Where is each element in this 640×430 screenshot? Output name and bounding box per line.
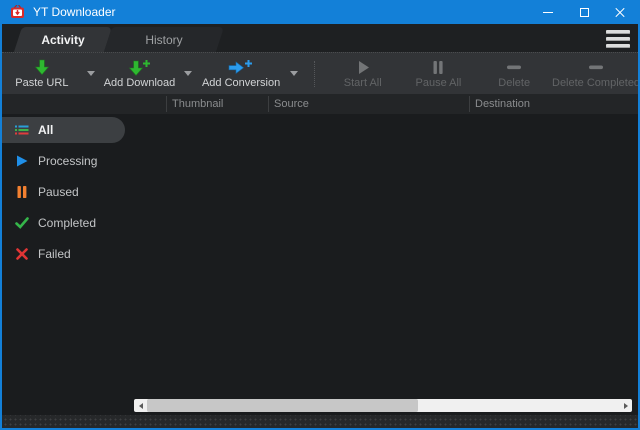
add-download-dropdown-icon[interactable]	[179, 54, 197, 94]
sidebar-item-all-label: All	[38, 123, 53, 137]
add-conversion-button[interactable]: Add Conversion	[197, 54, 285, 94]
green-down-arrow-plus-icon	[126, 59, 152, 76]
column-header-destination[interactable]: Destination	[469, 96, 530, 112]
red-x-icon	[15, 247, 29, 261]
orange-pause-icon	[15, 185, 29, 199]
paste-url-dropdown-icon[interactable]	[82, 54, 100, 94]
sidebar-item-all[interactable]: All	[2, 117, 125, 143]
add-download-button[interactable]: Add Download	[100, 54, 180, 94]
delete-button[interactable]: Delete	[474, 54, 554, 94]
scroll-right-arrow-icon[interactable]	[619, 399, 632, 412]
sidebar-item-paused-label: Paused	[38, 185, 79, 199]
paste-url-button[interactable]: Paste URL	[2, 54, 82, 94]
tab-activity-label: Activity	[41, 33, 84, 47]
delete-label: Delete	[498, 77, 530, 89]
start-all-label: Start All	[344, 77, 382, 89]
minus-icon	[505, 59, 523, 76]
colored-list-icon	[15, 123, 29, 137]
toolbar: Paste URL Add Download Add Conversion	[2, 52, 638, 94]
table-header-row: Thumbnail Source Destination	[2, 94, 638, 114]
titlebar: YT Downloader	[2, 0, 638, 24]
sidebar-item-completed[interactable]: Completed	[2, 210, 135, 236]
sidebar-item-failed[interactable]: Failed	[2, 241, 135, 267]
green-check-icon	[15, 216, 29, 230]
blue-play-icon	[15, 154, 29, 168]
close-icon[interactable]	[602, 0, 638, 24]
hamburger-menu-icon[interactable]	[603, 27, 633, 50]
horizontal-scrollbar[interactable]	[134, 399, 632, 412]
delete-completed-button[interactable]: Delete Completed	[554, 54, 638, 94]
column-header-source[interactable]: Source	[268, 96, 309, 112]
add-conversion-label: Add Conversion	[202, 77, 280, 89]
toolbar-separator	[314, 61, 315, 87]
tab-bar: Activity History	[2, 24, 638, 52]
delete-completed-label: Delete Completed	[552, 77, 640, 89]
play-icon	[354, 59, 372, 76]
app-tv-icon	[10, 5, 26, 19]
scrollbar-thumb[interactable]	[147, 399, 418, 412]
sidebar-item-processing-label: Processing	[38, 154, 97, 168]
pause-all-label: Pause All	[416, 77, 462, 89]
sidebar-item-processing[interactable]: Processing	[2, 148, 135, 174]
start-all-button[interactable]: Start All	[323, 54, 403, 94]
blue-right-arrow-plus-icon	[228, 59, 254, 76]
paste-url-label: Paste URL	[15, 77, 68, 89]
sidebar-filter-list: All Processing Paused Completed	[2, 117, 135, 272]
status-bar	[2, 415, 638, 428]
sidebar-item-completed-label: Completed	[38, 216, 96, 230]
tab-history-label: History	[145, 33, 182, 47]
pause-all-button[interactable]: Pause All	[403, 54, 475, 94]
add-conversion-dropdown-icon[interactable]	[285, 54, 303, 94]
sidebar-item-failed-label: Failed	[38, 247, 71, 261]
minus-icon	[587, 59, 605, 76]
add-download-label: Add Download	[104, 77, 176, 89]
tab-activity[interactable]: Activity	[18, 27, 108, 52]
minimize-icon[interactable]	[530, 0, 566, 24]
green-down-arrow-icon	[32, 59, 52, 76]
pause-icon	[430, 59, 446, 76]
app-window: YT Downloader Activity History Paste URL	[0, 0, 640, 430]
scroll-left-arrow-icon[interactable]	[134, 399, 147, 412]
window-title: YT Downloader	[33, 5, 116, 19]
maximize-icon[interactable]	[566, 0, 602, 24]
tab-history[interactable]: History	[108, 27, 220, 52]
column-header-thumbnail[interactable]: Thumbnail	[166, 96, 223, 112]
sidebar-item-paused[interactable]: Paused	[2, 179, 135, 205]
